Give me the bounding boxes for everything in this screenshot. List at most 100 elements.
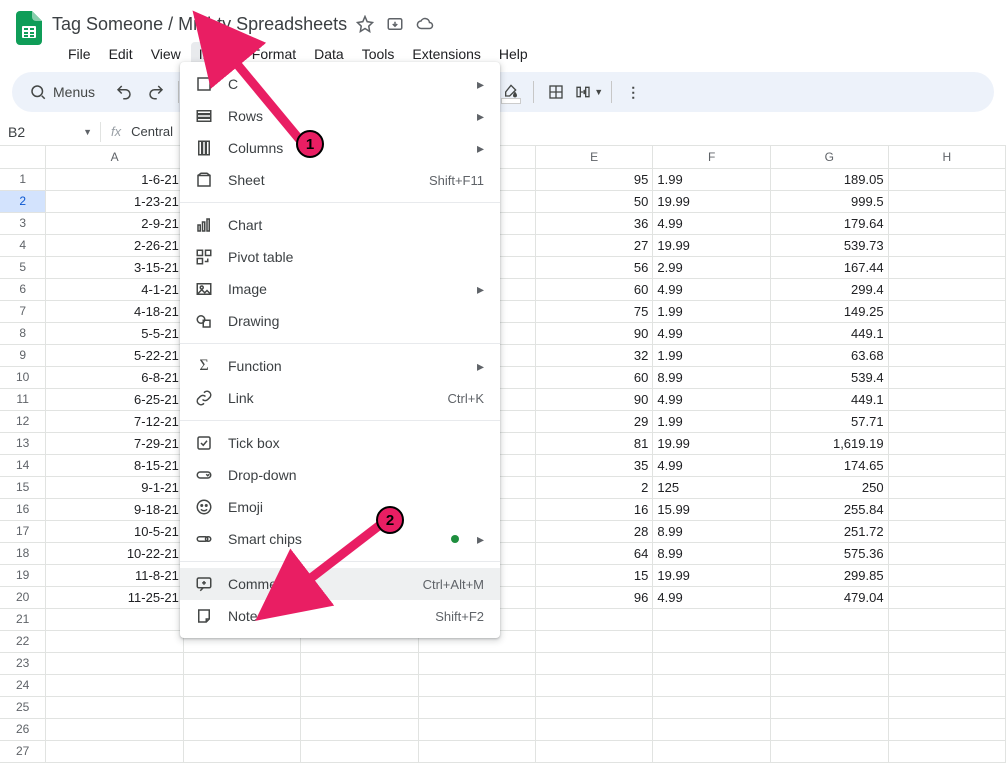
menuitem-image[interactable]: Image▸ (180, 273, 500, 305)
cell[interactable]: 299.4 (770, 278, 888, 300)
row-header[interactable]: 16 (0, 498, 46, 520)
cell[interactable]: 1.99 (653, 410, 771, 432)
cell[interactable]: 4.99 (653, 586, 771, 608)
row-header[interactable]: 9 (0, 344, 46, 366)
cell[interactable] (46, 740, 184, 762)
col-header[interactable]: H (888, 146, 1005, 168)
cell[interactable] (301, 696, 418, 718)
cell[interactable]: 5-22-21 (46, 344, 184, 366)
undo-button[interactable] (110, 78, 138, 106)
doc-title[interactable]: Tag Someone / Mighty Spreadsheets (52, 14, 347, 35)
cell[interactable] (418, 696, 535, 718)
cell[interactable]: 1-6-21 (46, 168, 184, 190)
cell[interactable] (770, 652, 888, 674)
cell[interactable]: 15 (535, 564, 652, 586)
row-header[interactable]: 27 (0, 740, 46, 762)
cell[interactable] (535, 718, 652, 740)
cell[interactable]: 6-25-21 (46, 388, 184, 410)
cell[interactable] (888, 212, 1005, 234)
cell[interactable] (888, 652, 1005, 674)
cell[interactable] (888, 586, 1005, 608)
cell[interactable] (770, 674, 888, 696)
cell[interactable] (888, 476, 1005, 498)
row-header[interactable]: 11 (0, 388, 46, 410)
row-header[interactable]: 8 (0, 322, 46, 344)
cell[interactable] (888, 542, 1005, 564)
row-header[interactable]: 19 (0, 564, 46, 586)
cell[interactable]: 8.99 (653, 366, 771, 388)
cell[interactable] (535, 608, 652, 630)
cell[interactable]: 4.99 (653, 278, 771, 300)
cell[interactable]: 11-8-21 (46, 564, 184, 586)
cell[interactable] (46, 608, 184, 630)
cell[interactable] (418, 718, 535, 740)
cell[interactable]: 27 (535, 234, 652, 256)
cell[interactable] (888, 454, 1005, 476)
cell[interactable] (46, 718, 184, 740)
cell[interactable]: 2 (535, 476, 652, 498)
cell[interactable]: 174.65 (770, 454, 888, 476)
cell[interactable]: 539.73 (770, 234, 888, 256)
cell[interactable] (888, 674, 1005, 696)
cell[interactable]: 4.99 (653, 454, 771, 476)
row-header[interactable]: 5 (0, 256, 46, 278)
cell[interactable]: 10-22-21 (46, 542, 184, 564)
cell[interactable] (888, 410, 1005, 432)
cell[interactable] (888, 366, 1005, 388)
cell[interactable]: 4-18-21 (46, 300, 184, 322)
cell[interactable] (418, 674, 535, 696)
cell[interactable] (183, 718, 300, 740)
cell[interactable]: 999.5 (770, 190, 888, 212)
cell[interactable] (301, 740, 418, 762)
search-menus[interactable]: Menus (22, 78, 106, 106)
cell[interactable] (888, 168, 1005, 190)
cell[interactable]: 96 (535, 586, 652, 608)
col-header[interactable]: E (535, 146, 652, 168)
cell[interactable] (770, 718, 888, 740)
menuitem-function[interactable]: ΣFunction▸ (180, 350, 500, 382)
cell[interactable] (888, 564, 1005, 586)
menuitem-drawing[interactable]: Drawing (180, 305, 500, 337)
cell[interactable]: 15.99 (653, 498, 771, 520)
cell[interactable]: 1.99 (653, 344, 771, 366)
cell[interactable]: 4.99 (653, 388, 771, 410)
row-header[interactable]: 3 (0, 212, 46, 234)
cell[interactable]: 75 (535, 300, 652, 322)
cell[interactable] (653, 696, 771, 718)
row-header[interactable]: 2 (0, 190, 46, 212)
cell[interactable]: 50 (535, 190, 652, 212)
cell[interactable] (653, 718, 771, 740)
cell[interactable]: 19.99 (653, 564, 771, 586)
cell[interactable] (770, 608, 888, 630)
row-header[interactable]: 10 (0, 366, 46, 388)
cell[interactable]: 29 (535, 410, 652, 432)
cell[interactable]: 95 (535, 168, 652, 190)
menuitem-pivot-table[interactable]: Pivot table (180, 241, 500, 273)
cell[interactable]: 19.99 (653, 234, 771, 256)
cell[interactable]: 1.99 (653, 168, 771, 190)
row-header[interactable]: 20 (0, 586, 46, 608)
cell[interactable]: 149.25 (770, 300, 888, 322)
cell[interactable]: 8.99 (653, 520, 771, 542)
cell[interactable]: 16 (535, 498, 652, 520)
cell[interactable]: 6-8-21 (46, 366, 184, 388)
cell[interactable] (888, 190, 1005, 212)
cell[interactable]: 250 (770, 476, 888, 498)
cell[interactable] (46, 652, 184, 674)
menuitem-chart[interactable]: Chart (180, 209, 500, 241)
cell[interactable]: 28 (535, 520, 652, 542)
col-header[interactable]: A (46, 146, 184, 168)
name-box[interactable]: B2 ▼ (0, 124, 100, 140)
menu-file[interactable]: File (60, 42, 99, 66)
cell[interactable]: 64 (535, 542, 652, 564)
cell[interactable] (888, 630, 1005, 652)
row-header[interactable]: 13 (0, 432, 46, 454)
cell[interactable]: 189.05 (770, 168, 888, 190)
cell[interactable]: 11-25-21 (46, 586, 184, 608)
cell[interactable] (888, 696, 1005, 718)
row-header[interactable]: 22 (0, 630, 46, 652)
cell[interactable]: 7-12-21 (46, 410, 184, 432)
row-header[interactable]: 26 (0, 718, 46, 740)
cell[interactable] (888, 278, 1005, 300)
cell[interactable] (653, 630, 771, 652)
